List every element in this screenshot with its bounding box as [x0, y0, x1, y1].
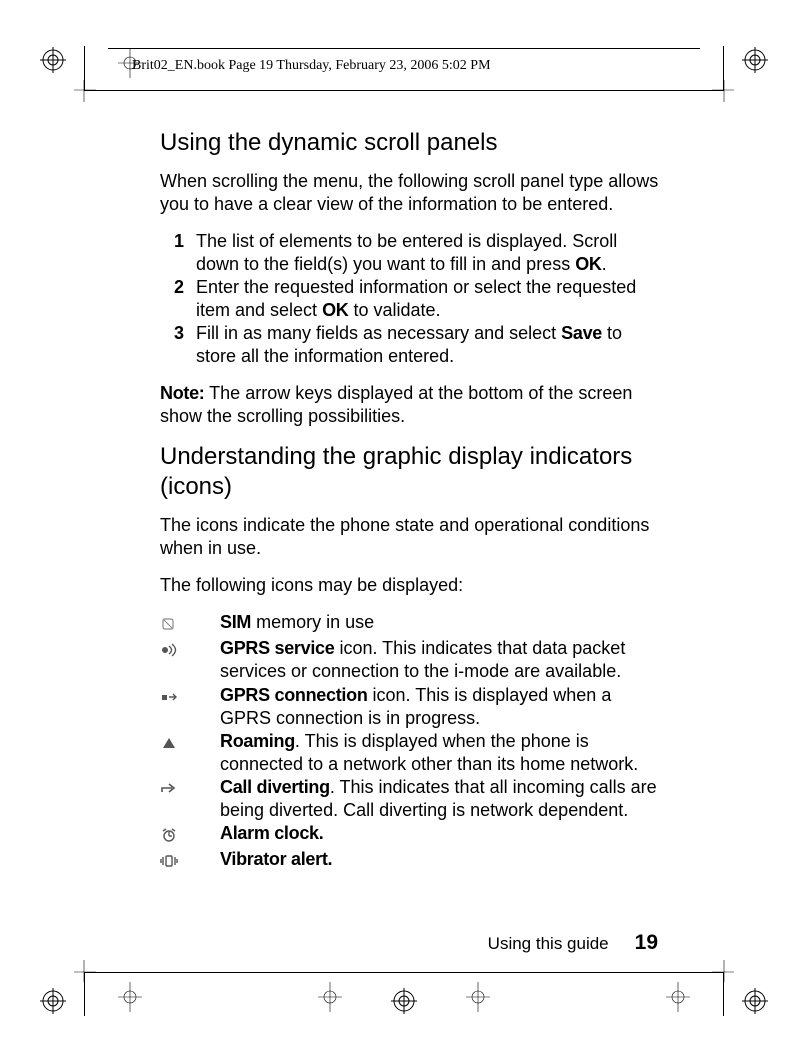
- list-item: Roaming. This is displayed when the phon…: [160, 730, 660, 776]
- keyword: GPRS connection: [220, 685, 368, 705]
- keyword: GPRS service: [220, 638, 334, 658]
- list-item: Enter the requested information or selec…: [174, 276, 660, 322]
- gprs-service-icon: [160, 637, 220, 663]
- keyword: Alarm clock.: [220, 823, 323, 843]
- registration-mark-icon: [40, 47, 66, 73]
- note-text: The arrow keys displayed at the bottom o…: [160, 383, 632, 426]
- crop-mark-icon: [74, 80, 104, 110]
- keyword: Call diverting: [220, 777, 330, 797]
- body-paragraph: The icons indicate the phone state and o…: [160, 514, 660, 560]
- note-paragraph: Note: The arrow keys displayed at the bo…: [160, 382, 660, 428]
- crop-mark-icon: [704, 80, 734, 110]
- icon-definition-list: SIM memory in use GPRS service icon. Thi…: [160, 611, 660, 873]
- list-item: GPRS service icon. This indicates that d…: [160, 637, 660, 683]
- list-item: Call diverting. This indicates that all …: [160, 776, 660, 822]
- gprs-connection-icon: [160, 684, 220, 710]
- running-header: Brit02_EN.book Page 19 Thursday, Februar…: [132, 58, 491, 74]
- keyword: OK: [322, 300, 348, 320]
- step-text: The list of elements to be entered is di…: [196, 231, 617, 274]
- frame-line: [723, 46, 724, 90]
- crop-mark-icon: [115, 982, 145, 1012]
- page-number: 19: [635, 931, 658, 955]
- crop-mark-icon: [663, 982, 693, 1012]
- alarm-clock-icon: [160, 822, 220, 848]
- registration-mark-icon: [742, 988, 768, 1014]
- page-content: Using the dynamic scroll panels When scr…: [160, 128, 660, 874]
- step-text: Fill in as many fields as necessary and …: [196, 323, 561, 343]
- keyword: Roaming: [220, 731, 295, 751]
- crop-mark-icon: [704, 952, 734, 982]
- sim-icon: [160, 611, 220, 637]
- step-text: to validate.: [348, 300, 440, 320]
- crop-mark-icon: [74, 952, 104, 982]
- roaming-icon: [160, 730, 220, 756]
- header-rule: [108, 48, 700, 49]
- registration-mark-icon: [391, 988, 417, 1014]
- registration-mark-icon: [742, 47, 768, 73]
- keyword: OK: [575, 254, 601, 274]
- list-item: Alarm clock.: [160, 822, 660, 848]
- frame-line: [84, 972, 724, 973]
- crop-mark-icon: [463, 982, 493, 1012]
- section-heading: Using the dynamic scroll panels: [160, 128, 660, 158]
- body-paragraph: The following icons may be displayed:: [160, 574, 660, 597]
- keyword: SIM: [220, 612, 251, 632]
- footer-section-name: Using this guide: [488, 934, 609, 954]
- page-footer: Using this guide 19: [488, 931, 658, 955]
- note-label: Note:: [160, 383, 205, 403]
- step-text: .: [602, 254, 607, 274]
- desc-text: memory in use: [251, 612, 374, 632]
- body-paragraph: When scrolling the menu, the following s…: [160, 170, 660, 216]
- list-item: Fill in as many fields as necessary and …: [174, 322, 660, 368]
- frame-line: [84, 90, 724, 91]
- vibrator-alert-icon: [160, 848, 220, 874]
- list-item: GPRS connection icon. This is displayed …: [160, 684, 660, 730]
- crop-mark-icon: [315, 982, 345, 1012]
- registration-mark-icon: [40, 988, 66, 1014]
- section-heading: Understanding the graphic display indica…: [160, 442, 660, 502]
- call-divert-icon: [160, 776, 220, 802]
- frame-line: [723, 972, 724, 1016]
- frame-line: [84, 972, 85, 1016]
- list-item: Vibrator alert.: [160, 848, 660, 874]
- frame-line: [84, 46, 85, 90]
- list-item: The list of elements to be entered is di…: [174, 230, 660, 276]
- keyword: Vibrator alert.: [220, 849, 332, 869]
- list-item: SIM memory in use: [160, 611, 660, 637]
- keyword: Save: [561, 323, 602, 343]
- ordered-list: The list of elements to be entered is di…: [174, 230, 660, 368]
